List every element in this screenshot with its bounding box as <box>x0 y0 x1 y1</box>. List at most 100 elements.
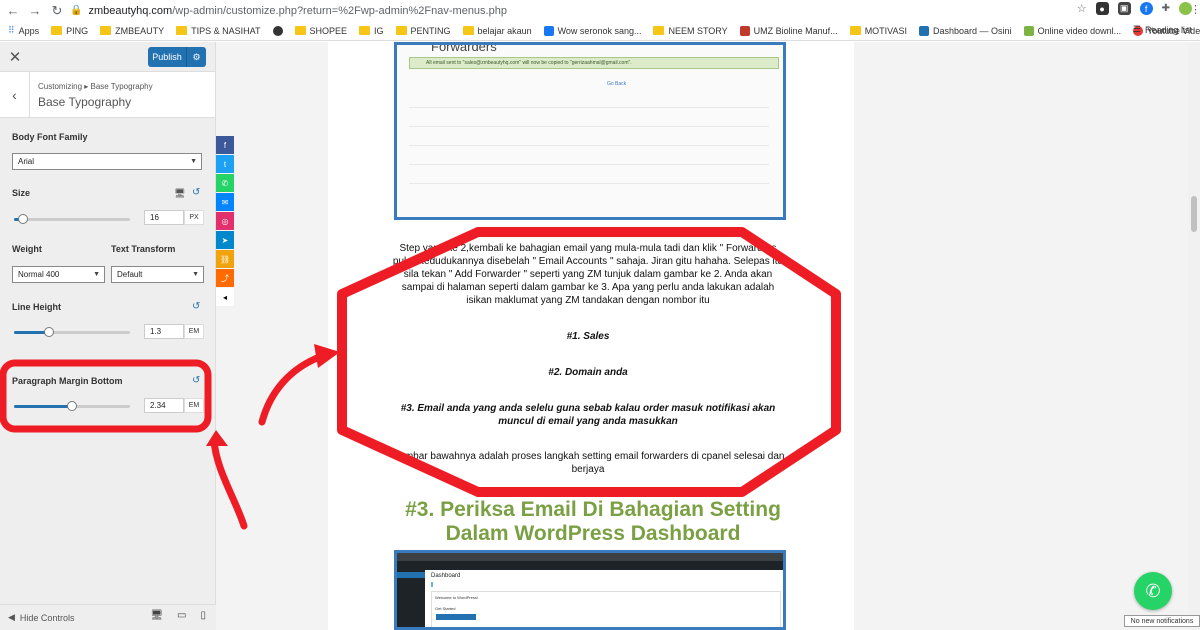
section-heading: #3. Periksa Email Di Bahagian Setting Da… <box>405 498 781 545</box>
site-preview: f t ✆ ✉ ◎ ➤ ⛓ ⤴ ◂ Forwarders All email s… <box>216 42 1200 630</box>
desktop-icon[interactable]: 🖥 <box>150 610 163 621</box>
instagram-icon[interactable]: ◎ <box>216 212 234 230</box>
bookmark-item[interactable]: PENTING <box>395 26 451 36</box>
extension-icon[interactable]: ● <box>1095 2 1109 15</box>
notification-tooltip: No new notifications <box>1124 615 1200 627</box>
line-height-label: Line Height <box>12 302 61 312</box>
line-height-slider[interactable] <box>14 327 130 337</box>
chevron-down-icon: ▼ <box>192 271 199 278</box>
screenshot-body <box>409 107 769 202</box>
slider-handle[interactable] <box>18 214 29 224</box>
bookmark-item[interactable]: Online video downl... <box>1023 25 1121 36</box>
text-transform-label: Text Transform <box>111 244 176 254</box>
reset-icon[interactable]: ↺ <box>192 187 200 198</box>
facebook-extension-icon[interactable]: f <box>1139 2 1153 15</box>
share-icon[interactable]: ⤴ <box>216 269 234 287</box>
bookmark-item[interactable]: PING <box>51 26 88 36</box>
bookmark-apps[interactable]: ⠿ Apps <box>8 25 39 36</box>
chevron-left-icon[interactable]: ‹ <box>0 72 30 118</box>
telegram-icon[interactable]: ➤ <box>216 231 234 249</box>
line-height-input[interactable]: 1.3 <box>144 324 184 339</box>
reload-icon[interactable]: ↻ <box>48 2 66 20</box>
url-host: zmbeautyhq.com <box>88 4 173 17</box>
reset-icon[interactable]: ↺ <box>192 375 200 386</box>
bookmark-item[interactable]: Wow seronok sang... <box>543 25 641 36</box>
collapse-share-icon[interactable]: ◂ <box>216 288 234 306</box>
device-switcher: 🖥 ▭ ▯ <box>150 610 206 621</box>
paragraph: Step yang ke 2,kembali ke bahagian email… <box>392 243 784 306</box>
breadcrumb: Customizing ▸ Base Typography <box>38 82 153 91</box>
folder-icon <box>176 26 188 35</box>
slider-handle[interactable] <box>67 401 77 411</box>
desktop-icon[interactable]: 🖥 <box>174 188 185 199</box>
extension-icon[interactable]: ▣ <box>1117 2 1131 15</box>
list-item: #3. Email anda yang anda selelu guna seb… <box>400 403 776 427</box>
bookmark-item[interactable]: belajar akaun <box>462 26 532 36</box>
bookmark-item[interactable]: NEEM STORY <box>653 26 728 36</box>
size-slider[interactable] <box>14 214 130 224</box>
publish-button[interactable]: Publish ⚙ <box>148 47 206 67</box>
scrollbar[interactable] <box>1188 42 1200 630</box>
screenshot-notice <box>431 582 781 587</box>
size-input[interactable]: 16 <box>144 210 184 225</box>
section-title: Base Typography <box>38 95 132 109</box>
whatsapp-icon: ✆ <box>1145 580 1161 601</box>
whatsapp-icon[interactable]: ✆ <box>216 174 234 192</box>
gear-icon[interactable]: ⚙ <box>186 47 206 67</box>
weight-select[interactable]: Normal 400 ▼ <box>12 266 105 283</box>
customizer-header: ✕ Publish ⚙ <box>0 42 215 72</box>
screenshot-welcome-panel: Welcome to WordPress! Get Started <box>431 591 781 627</box>
bookmark-item[interactable]: ZMBEAUTY <box>100 26 164 36</box>
back-arrow-icon[interactable]: ← <box>4 2 22 20</box>
bookmark-item[interactable]: UMZ Bioline Manuf... <box>739 25 838 36</box>
paragraph-margin-slider[interactable] <box>14 401 130 411</box>
twitter-icon[interactable]: t <box>216 155 234 173</box>
bookmark-item[interactable]: TIPS & NASIHAT <box>176 26 261 36</box>
facebook-icon[interactable]: f <box>216 136 234 154</box>
apps-grid-icon: ⠿ <box>8 25 15 35</box>
menu-icon[interactable]: ⋮ <box>1190 3 1200 16</box>
puzzle-icon[interactable]: ✚ <box>1162 3 1170 14</box>
body-font-family-select[interactable]: Arial ▼ <box>12 153 202 170</box>
collapse-icon: ◀ <box>8 612 15 622</box>
hide-controls-button[interactable]: ◀ Hide Controls <box>8 612 74 623</box>
screenshot-title: Forwarders <box>431 42 497 54</box>
address-bar[interactable]: 🔒 zmbeautyhq.com/wp-admin/customize.php?… <box>70 2 1070 19</box>
screenshot-browser-bar <box>397 553 783 561</box>
whatsapp-chat-button[interactable]: ✆ <box>1134 572 1172 610</box>
paragraph-margin-unit[interactable]: EM <box>184 398 204 413</box>
extensions-bar: ☆ ● ▣ f ✚ <box>1077 2 1192 15</box>
go-back-link: Go Back <box>607 81 627 87</box>
line-height-unit[interactable]: EM <box>184 324 204 339</box>
paragraph: Gambar bawahnya adalah proses langkah se… <box>391 451 785 475</box>
bookmark-item[interactable] <box>272 25 283 36</box>
size-unit[interactable]: PX <box>184 210 204 225</box>
reset-icon[interactable]: ↺ <box>192 301 200 312</box>
bookmark-item[interactable]: IG <box>359 26 384 36</box>
chevron-down-icon: ▼ <box>93 271 100 278</box>
lock-icon: 🔒 <box>70 5 83 16</box>
scrollbar-thumb[interactable] <box>1191 196 1197 232</box>
folder-icon <box>51 26 63 35</box>
paragraph-margin-input[interactable]: 2.34 <box>144 398 184 413</box>
bookmark-item[interactable]: SHOPEE <box>294 26 347 36</box>
forward-arrow-icon[interactable]: → <box>26 2 44 20</box>
folder-icon <box>294 26 306 35</box>
bookmark-item[interactable]: Dashboard — Osini <box>919 25 1012 36</box>
text-transform-select[interactable]: Default ▼ <box>111 266 204 283</box>
messenger-icon[interactable]: ✉ <box>216 193 234 211</box>
screenshot-main: Dashboard Welcome to WordPress! Get Star… <box>431 573 781 627</box>
mobile-icon[interactable]: ▯ <box>200 610 206 621</box>
social-share-bar: f t ✆ ✉ ◎ ➤ ⛓ ⤴ ◂ <box>216 136 234 307</box>
folder-icon <box>359 26 371 35</box>
reading-list[interactable]: ☰ Reading list <box>1133 24 1192 35</box>
link-icon[interactable]: ⛓ <box>216 250 234 268</box>
tablet-icon[interactable]: ▭ <box>177 610 186 621</box>
site-icon <box>739 25 750 36</box>
star-icon[interactable]: ☆ <box>1077 2 1087 15</box>
slider-handle[interactable] <box>43 327 54 337</box>
paragraph-margin-label: Paragraph Margin Bottom <box>12 376 123 386</box>
list-item: #2. Domain anda <box>548 367 628 378</box>
close-icon[interactable]: ✕ <box>0 42 30 72</box>
bookmark-item[interactable]: MOTIVASI <box>849 26 907 36</box>
